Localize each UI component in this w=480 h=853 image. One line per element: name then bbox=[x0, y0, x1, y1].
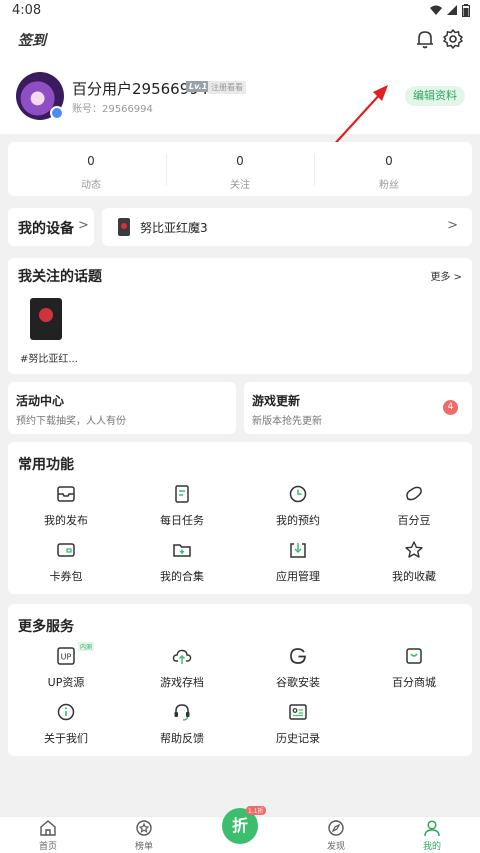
verified-badge-icon bbox=[50, 106, 64, 120]
followed-topics-card: 我关注的话题 更多 > #努比亚红... bbox=[8, 258, 472, 374]
my-devices-title: 我的设备 bbox=[18, 221, 74, 237]
status-icons bbox=[430, 4, 470, 17]
gear-icon[interactable] bbox=[442, 28, 464, 50]
my-devices-button[interactable]: 我的设备 > bbox=[8, 208, 94, 246]
stat-label: 动态 bbox=[81, 180, 101, 191]
activity-subtitle: 预约下载抽奖，人人有份 bbox=[16, 416, 126, 427]
function-label: 我的发布 bbox=[44, 514, 88, 527]
stat-label: 粉丝 bbox=[379, 180, 399, 191]
phone-icon bbox=[118, 218, 130, 236]
signin-button[interactable]: 签到 bbox=[18, 30, 46, 50]
service-label: 百分商城 bbox=[392, 676, 436, 689]
task-list-icon bbox=[175, 485, 189, 503]
stats-card: 0 动态 0 关注 0 粉丝 bbox=[8, 142, 472, 196]
account-number: 账号：29566994 bbox=[72, 104, 153, 115]
wifi-icon bbox=[430, 5, 442, 15]
activity-title: 活动中心 bbox=[16, 394, 65, 408]
topic-thumbnail[interactable] bbox=[30, 298, 62, 340]
svg-text:UP: UP bbox=[61, 653, 72, 662]
more-services-card: 更多服务 UP 内测 UP资源 游戏存档 谷歌安装 百分商城 关于我们 帮助反馈… bbox=[8, 604, 472, 756]
topics-more-link[interactable]: 更多 > bbox=[430, 268, 462, 283]
stat-value: 0 bbox=[385, 154, 393, 168]
service-label: 帮助反馈 bbox=[160, 732, 204, 745]
nav-label: 榜单 bbox=[134, 842, 153, 852]
function-label: 应用管理 bbox=[276, 570, 320, 583]
battery-icon bbox=[462, 4, 470, 17]
up-icon: UP bbox=[57, 647, 75, 665]
info-icon bbox=[57, 703, 75, 721]
beta-tag: 内测 bbox=[78, 642, 95, 651]
signal-icon bbox=[447, 5, 457, 15]
game-update-card[interactable]: 游戏更新 新版本抢先更新 4 bbox=[244, 382, 472, 434]
bean-icon bbox=[406, 486, 422, 501]
user-icon bbox=[424, 820, 440, 837]
stat-following[interactable]: 0 关注 bbox=[165, 142, 315, 196]
function-label: 我的合集 bbox=[160, 570, 204, 583]
common-functions-title: 常用功能 bbox=[18, 457, 74, 473]
status-bar: 4:08 bbox=[0, 0, 480, 22]
nav-label: 发现 bbox=[326, 842, 345, 852]
profile-card: 百分用户29566994 Lv.1 注册看看 账号：29566994 编辑资料 bbox=[0, 62, 480, 134]
status-time: 4:08 bbox=[12, 3, 42, 18]
stat-fans[interactable]: 0 粉丝 bbox=[314, 142, 464, 196]
chevron-right-icon: > bbox=[447, 218, 458, 233]
edit-profile-button[interactable]: 编辑资料 bbox=[405, 86, 465, 106]
shop-bag-icon bbox=[406, 648, 422, 664]
register-tag: 注册看看 bbox=[208, 81, 246, 94]
update-count-badge: 4 bbox=[443, 400, 458, 415]
history-card-icon bbox=[289, 704, 307, 720]
stat-posts[interactable]: 0 动态 bbox=[16, 142, 166, 196]
service-label: 游戏存档 bbox=[160, 676, 204, 689]
function-label: 我的预约 bbox=[276, 514, 320, 527]
common-functions-card: 常用功能 我的发布 每日任务 我的预约 百分豆 卡券包 我的合集 应用管理 我的… bbox=[8, 442, 472, 594]
inbox-icon bbox=[57, 486, 75, 502]
device-item[interactable]: 努比亚红魔3 > bbox=[102, 208, 472, 246]
headset-icon bbox=[174, 704, 190, 721]
topic-name[interactable]: #努比亚红... bbox=[20, 350, 78, 365]
stat-value: 0 bbox=[87, 154, 95, 168]
wallet-icon bbox=[57, 543, 75, 557]
activity-center-card[interactable]: 活动中心 预约下载抽奖，人人有份 bbox=[8, 382, 236, 434]
device-name: 努比亚红魔3 bbox=[140, 221, 208, 235]
service-label: UP资源 bbox=[47, 676, 85, 689]
star-icon bbox=[405, 541, 423, 558]
service-label: 历史记录 bbox=[276, 732, 320, 745]
discover-icon bbox=[328, 820, 344, 836]
discount-badge: 1.1折 bbox=[246, 806, 266, 815]
top-header: 签到 bbox=[0, 22, 480, 62]
stat-value: 0 bbox=[236, 154, 244, 168]
activity-subtitle: 新版本抢先更新 bbox=[252, 416, 322, 427]
service-label: 关于我们 bbox=[44, 732, 88, 745]
function-label: 卡券包 bbox=[49, 570, 83, 583]
stat-label: 关注 bbox=[230, 180, 250, 191]
cloud-upload-icon bbox=[172, 649, 192, 664]
topics-title: 我关注的话题 bbox=[18, 269, 102, 285]
function-label: 百分豆 bbox=[397, 514, 431, 527]
activity-title: 游戏更新 bbox=[252, 394, 301, 408]
service-label: 谷歌安装 bbox=[276, 676, 320, 689]
chevron-right-icon: > bbox=[78, 218, 89, 233]
more-services-title: 更多服务 bbox=[18, 619, 74, 635]
download-box-icon bbox=[290, 543, 306, 558]
function-label: 每日任务 bbox=[160, 514, 204, 527]
function-label: 我的收藏 bbox=[392, 570, 436, 583]
level-badge: Lv.1 bbox=[186, 81, 211, 92]
google-icon bbox=[290, 648, 306, 664]
clock-icon bbox=[289, 485, 307, 503]
home-icon bbox=[40, 820, 56, 836]
nav-label: 首页 bbox=[38, 842, 57, 852]
folder-plus-icon bbox=[173, 544, 191, 557]
ranking-icon bbox=[136, 820, 152, 836]
bell-icon[interactable] bbox=[414, 28, 436, 50]
nav-label: 我的 bbox=[422, 842, 441, 852]
